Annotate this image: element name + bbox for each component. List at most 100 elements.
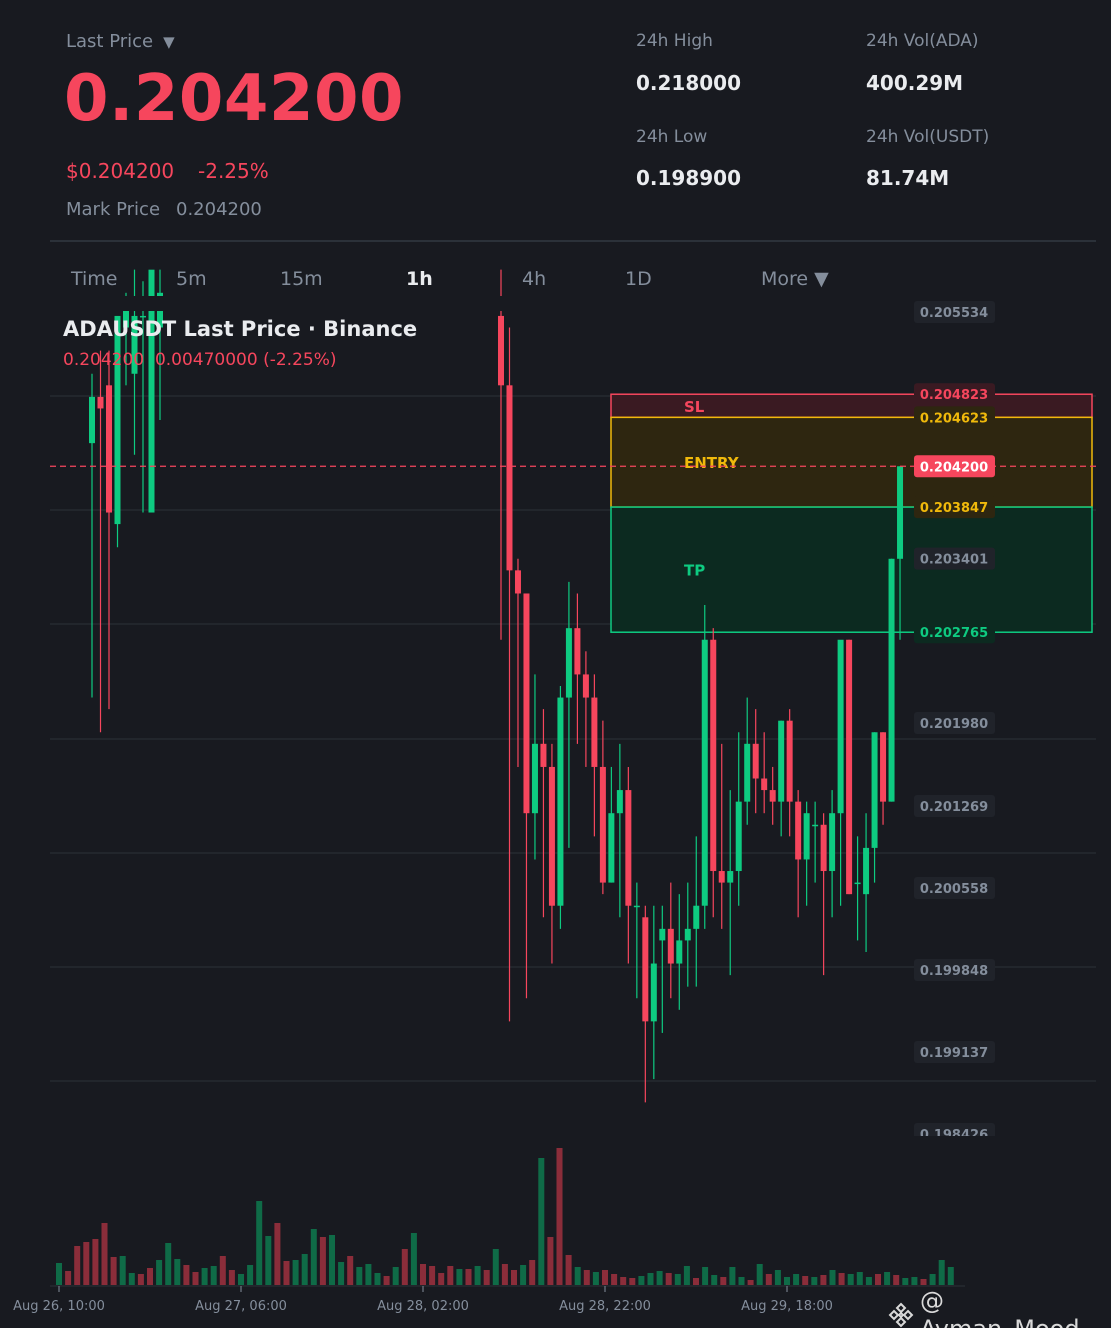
volume-bar	[693, 1278, 699, 1285]
chart-subtitle-price: 0.204200	[63, 350, 145, 370]
volume-bar	[838, 1273, 845, 1285]
candle-body	[540, 743, 547, 767]
volume-bar	[947, 1267, 954, 1285]
candle-body	[106, 385, 112, 513]
volume-bar	[329, 1235, 335, 1285]
candle-body	[693, 905, 700, 929]
volume-bar	[574, 1267, 581, 1285]
volume-bar	[674, 1274, 681, 1285]
candle-body	[888, 558, 895, 802]
volume-bar	[656, 1271, 663, 1285]
candle-body	[642, 917, 649, 1022]
y-tick-label: 0.199848	[920, 964, 988, 979]
chart-subtitle-change: 0.00470000 (-2.25%)	[154, 350, 337, 370]
candle-body	[769, 790, 776, 802]
volume-bar	[247, 1265, 254, 1285]
volume-bar	[592, 1272, 599, 1285]
watermark-text: @ Ayman_Mood	[919, 1287, 1080, 1328]
volume-bar	[256, 1201, 263, 1285]
y-tick-label: 0.201980	[920, 717, 988, 732]
candle-body	[718, 871, 725, 883]
candle-body	[837, 639, 844, 814]
volume-bar	[274, 1223, 281, 1285]
volume-bar	[911, 1277, 918, 1285]
candle-body	[846, 639, 853, 895]
volume-bar	[429, 1266, 436, 1285]
volume-bar	[929, 1274, 936, 1285]
volume-bar	[301, 1254, 308, 1285]
volume-bar	[447, 1266, 454, 1285]
y-tick-mask	[900, 1136, 1010, 1150]
candle-body	[97, 396, 104, 409]
volume-bar	[774, 1270, 781, 1285]
volume-bar	[893, 1275, 900, 1285]
volume-bar	[538, 1158, 545, 1285]
candle-body	[659, 928, 666, 941]
volume-bar	[856, 1272, 863, 1285]
candle-body	[786, 720, 793, 802]
candle-body	[591, 697, 598, 767]
candle-body	[633, 905, 640, 908]
volume-bar	[128, 1273, 135, 1285]
candle-body	[803, 813, 810, 860]
volume-bar	[219, 1256, 226, 1285]
volume-bar	[74, 1246, 81, 1285]
volume-bar	[865, 1277, 872, 1285]
x-tick-label: Aug 28, 02:00	[377, 1299, 469, 1314]
price-label-tp: 0.202765	[920, 626, 988, 641]
volume-bar	[147, 1268, 153, 1285]
volume-bar	[547, 1237, 554, 1285]
price-label-sl: 0.204823	[920, 388, 988, 403]
volume-bar	[565, 1255, 572, 1285]
volume-bar	[902, 1278, 909, 1285]
watermark: @ Ayman_Mood	[888, 1287, 1111, 1328]
volume-bar	[638, 1276, 645, 1285]
volume-bar	[875, 1274, 881, 1285]
volume-bar	[374, 1273, 381, 1285]
candle-body	[548, 766, 555, 906]
volume-bar	[410, 1233, 417, 1285]
volume-bar	[210, 1266, 217, 1285]
candle-body	[514, 570, 521, 594]
volume-bar	[620, 1277, 627, 1285]
volume-bar	[319, 1237, 326, 1285]
volume-bar	[920, 1279, 927, 1285]
candle-body	[523, 593, 530, 814]
candle-body	[625, 790, 632, 906]
candle-body	[531, 743, 538, 814]
volume-bar	[456, 1269, 463, 1285]
candle-body	[684, 928, 691, 941]
volume-bar	[501, 1264, 508, 1285]
x-tick-label: Aug 29, 18:00	[741, 1299, 833, 1314]
candle-body	[880, 732, 887, 802]
volume-bar	[383, 1276, 390, 1285]
volume-bar	[611, 1274, 618, 1285]
candle-body	[506, 385, 513, 571]
candle-body	[795, 801, 802, 860]
volume-bar	[310, 1229, 317, 1285]
volume-bar	[392, 1267, 399, 1285]
x-tick-label: Aug 26, 10:00	[13, 1299, 105, 1314]
volume-bar	[174, 1259, 181, 1285]
candle-body	[820, 824, 827, 872]
volume-bar	[137, 1274, 144, 1285]
price-label-entry: 0.204623	[920, 411, 988, 426]
volume-bar	[283, 1261, 290, 1285]
volume-bar	[65, 1271, 72, 1285]
candle-body	[735, 801, 742, 872]
volume-bar	[183, 1265, 190, 1285]
volume-bar	[520, 1265, 527, 1285]
y-tick-label: 0.205534	[920, 306, 988, 321]
volume-bar	[765, 1274, 772, 1285]
volume-bar	[647, 1273, 654, 1285]
volume-bar	[711, 1275, 718, 1285]
volume-bar	[829, 1270, 836, 1285]
volume-bar	[101, 1223, 108, 1285]
candle-body	[114, 315, 121, 525]
volume-bar	[92, 1239, 99, 1285]
candlestick-chart[interactable]: SL ENTRY TP 0.205534 0.201980 0.201269 0.20055…	[0, 0, 1111, 1328]
volume-bar	[474, 1266, 481, 1285]
volume-bar	[438, 1273, 445, 1285]
volume-bar	[847, 1274, 854, 1285]
chart-subtitle: 0.204200 0.00470000 (-2.25%)	[63, 350, 337, 370]
